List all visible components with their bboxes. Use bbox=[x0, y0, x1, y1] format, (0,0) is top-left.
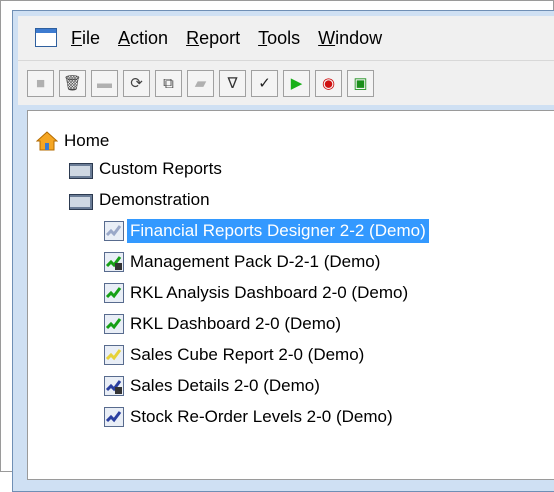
home-icon bbox=[36, 131, 58, 151]
tree-node-report[interactable]: Management Pack D-2-1 (Demo) bbox=[104, 248, 383, 276]
menu-action[interactable]: Action bbox=[118, 28, 168, 49]
report-label: Sales Cube Report 2-0 (Demo) bbox=[130, 345, 365, 364]
menu-report[interactable]: Report bbox=[186, 28, 240, 49]
check-button[interactable]: ✓ bbox=[251, 69, 278, 97]
home-label: Home bbox=[64, 131, 110, 150]
report-label: Management Pack D-2-1 (Demo) bbox=[130, 252, 381, 271]
tree-node-report[interactable]: Sales Details 2-0 (Demo) bbox=[104, 372, 323, 400]
report-chart-icon bbox=[104, 221, 124, 241]
windows-button[interactable]: ▣ bbox=[347, 69, 374, 97]
delete-button[interactable]: 🗑 bbox=[59, 69, 86, 97]
report-chart-icon bbox=[104, 407, 124, 427]
tree-node-report[interactable]: Sales Cube Report 2-0 (Demo) bbox=[104, 341, 367, 369]
menu-tools[interactable]: Tools bbox=[258, 28, 300, 49]
report-label: RKL Dashboard 2-0 (Demo) bbox=[130, 314, 342, 333]
copy-icon: ⧉ bbox=[163, 74, 174, 92]
folder-label: Demonstration bbox=[99, 190, 210, 209]
menu-window[interactable]: Window bbox=[318, 28, 382, 49]
delete-icon: 🗑 bbox=[62, 75, 83, 92]
report-label: Financial Reports Designer 2-2 (Demo) bbox=[127, 219, 429, 243]
report-label: Sales Details 2-0 (Demo) bbox=[130, 376, 320, 395]
check-icon: ✓ bbox=[258, 75, 271, 92]
report-label: Stock Re-Order Levels 2-0 (Demo) bbox=[130, 407, 393, 426]
run-button[interactable]: ▶ bbox=[283, 69, 310, 97]
tree-node-report[interactable]: Financial Reports Designer 2-2 (Demo) bbox=[104, 217, 429, 245]
window-icon: ▬ bbox=[97, 74, 112, 92]
report-chart-icon bbox=[104, 345, 124, 365]
folder-icon: ▰ bbox=[194, 75, 207, 92]
refresh-icon: ⟳ bbox=[130, 75, 143, 92]
windows-icon: ▣ bbox=[353, 75, 368, 92]
app-window-icon[interactable] bbox=[35, 28, 57, 48]
run-icon: ▶ bbox=[290, 75, 303, 92]
toolbar: ■ 🗑 ▬ ⟳ ⧉ ▰ ∇ ✓ ▶ ◉ ▣ bbox=[18, 61, 554, 105]
report-chart-icon bbox=[104, 283, 124, 303]
stop-square-icon: ■ bbox=[35, 74, 46, 92]
menu-file[interactable]: File bbox=[71, 28, 100, 49]
folder-label: Custom Reports bbox=[99, 159, 222, 178]
report-chart-icon bbox=[104, 314, 124, 334]
tree-node-report[interactable]: RKL Dashboard 2-0 (Demo) bbox=[104, 310, 344, 338]
menu-bar: File Action Report Tools Window bbox=[18, 16, 554, 61]
window-button[interactable]: ▬ bbox=[91, 69, 118, 97]
tree-node-custom-reports[interactable]: Custom Reports bbox=[69, 155, 225, 183]
tree-node-report[interactable]: RKL Analysis Dashboard 2-0 (Demo) bbox=[104, 279, 411, 307]
refresh-button[interactable]: ⟳ bbox=[123, 69, 150, 97]
tree-node-report[interactable]: Stock Re-Order Levels 2-0 (Demo) bbox=[104, 403, 396, 431]
schedule-button[interactable]: ◉ bbox=[315, 69, 342, 97]
schedule-icon: ◉ bbox=[321, 75, 336, 92]
stop-square-button[interactable]: ■ bbox=[27, 69, 54, 97]
report-tree: Home Custom Reports Demonstration Financ… bbox=[27, 110, 554, 480]
tree-node-home[interactable]: Home bbox=[36, 127, 112, 155]
filter-button[interactable]: ∇ bbox=[219, 69, 246, 97]
folder-button[interactable]: ▰ bbox=[187, 69, 214, 97]
folder-icon bbox=[69, 192, 93, 210]
report-chart-locked-icon bbox=[104, 376, 124, 396]
report-chart-locked-icon bbox=[104, 252, 124, 272]
report-label: RKL Analysis Dashboard 2-0 (Demo) bbox=[130, 283, 409, 302]
copy-button[interactable]: ⧉ bbox=[155, 69, 182, 97]
folder-icon bbox=[69, 161, 93, 179]
tree-node-demonstration[interactable]: Demonstration bbox=[69, 186, 213, 214]
filter-icon: ∇ bbox=[227, 75, 238, 92]
